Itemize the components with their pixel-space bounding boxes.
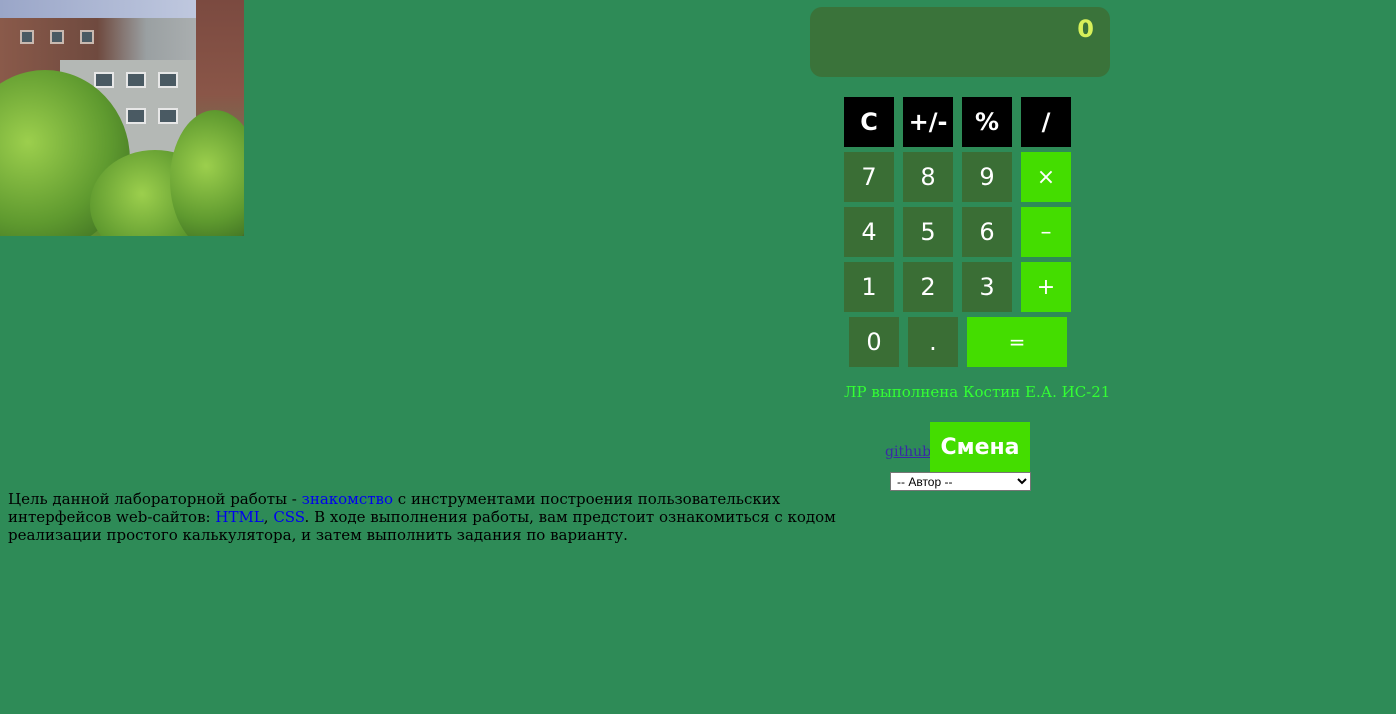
digit-4-button[interactable]: 4	[844, 207, 894, 257]
author-select[interactable]: -- Автор --	[890, 472, 1031, 491]
digit-2-button[interactable]: 2	[903, 262, 953, 312]
html-link[interactable]: HTML	[215, 508, 263, 526]
digit-7-button[interactable]: 7	[844, 152, 894, 202]
percent-button[interactable]: %	[962, 97, 1012, 147]
decimal-point-button[interactable]: .	[908, 317, 958, 367]
header-photo	[0, 0, 244, 236]
acquaintance-link[interactable]: знакомство	[302, 490, 393, 508]
description-text-1: Цель данной лабораторной работы -	[8, 490, 302, 508]
lab-description: Цель данной лабораторной работы - знаком…	[8, 490, 848, 544]
github-link[interactable]: github	[885, 444, 931, 460]
divide-button[interactable]: /	[1021, 97, 1071, 147]
calculator-display: 0	[810, 7, 1110, 77]
css-link[interactable]: CSS	[273, 508, 304, 526]
add-button[interactable]: +	[1021, 262, 1071, 312]
change-theme-button[interactable]: Смена	[930, 422, 1030, 472]
author-credit: ЛР выполнена Костин Е.А. ИС-21	[844, 383, 1111, 401]
description-separator: ,	[263, 508, 274, 526]
digit-3-button[interactable]: 3	[962, 262, 1012, 312]
clear-button[interactable]: C	[844, 97, 894, 147]
equals-button[interactable]: =	[967, 317, 1067, 367]
subtract-button[interactable]: –	[1021, 207, 1071, 257]
digit-1-button[interactable]: 1	[844, 262, 894, 312]
sign-toggle-button[interactable]: +/-	[903, 97, 953, 147]
digit-9-button[interactable]: 9	[962, 152, 1012, 202]
digit-5-button[interactable]: 5	[903, 207, 953, 257]
multiply-button[interactable]: ×	[1021, 152, 1071, 202]
digit-8-button[interactable]: 8	[903, 152, 953, 202]
digit-6-button[interactable]: 6	[962, 207, 1012, 257]
digit-0-button[interactable]: 0	[849, 317, 899, 367]
display-value: 0	[1077, 15, 1094, 43]
